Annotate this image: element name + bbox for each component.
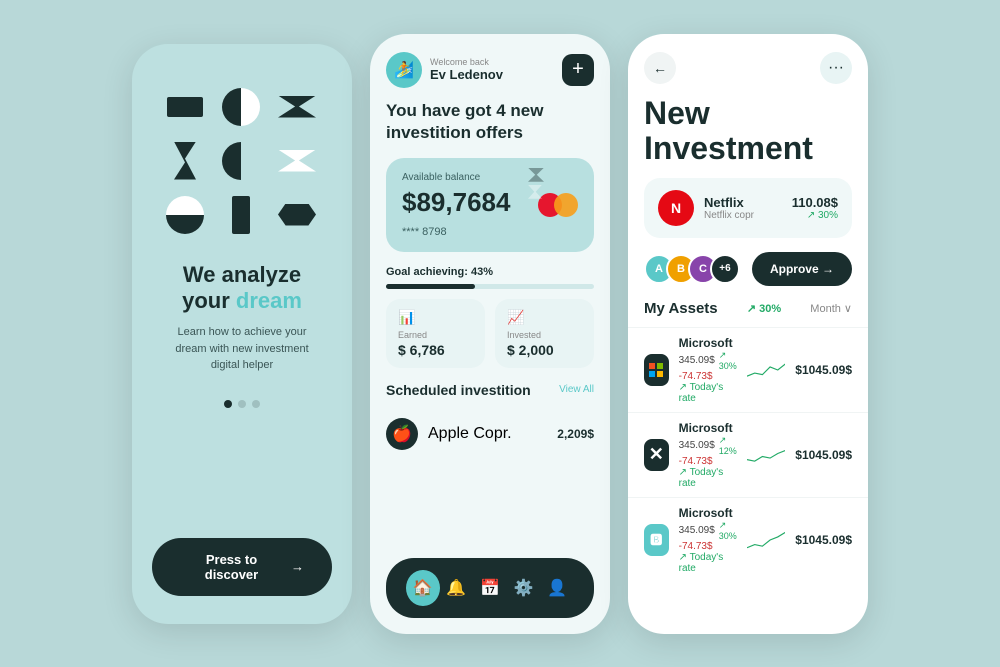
asset-price-1: $1045.09$ xyxy=(795,363,852,377)
asset-logo-3: 🅱 xyxy=(644,524,669,556)
asset-item-3: 🅱 Microsoft 345.09$ ↗ 30% -74.73$ ↗ Toda… xyxy=(628,497,868,582)
asset-item-1: Microsoft 345.09$ ↗ 30% -74.73$ ↗ Today'… xyxy=(628,327,868,412)
sparkline-2 xyxy=(747,441,785,469)
investment-info: Netflix Netflix copr xyxy=(704,195,782,221)
goal-row: Goal achieving: 43% xyxy=(370,266,610,299)
investor-avatars: A B C +6 Approve → xyxy=(644,252,852,286)
shape-2 xyxy=(218,84,264,130)
asset-info-1: Microsoft 345.09$ ↗ 30% -74.73$ ↗ Today'… xyxy=(679,336,737,404)
scheduled-item: 🍎 Apple Copr. 2,209$ xyxy=(370,408,610,460)
add-button[interactable]: + xyxy=(562,54,594,86)
asset-logo-2: ✕ xyxy=(644,439,669,471)
earned-icon: 📊 xyxy=(398,309,473,326)
onboarding-title: We analyze your dream xyxy=(182,262,302,315)
apple-logo: 🍎 xyxy=(386,418,418,450)
discover-button[interactable]: Press to discover → xyxy=(152,538,332,596)
pagination-dots xyxy=(224,400,260,408)
arrow-icon: → xyxy=(291,559,304,574)
scheduled-header: Scheduled investition View All xyxy=(370,382,610,408)
asset-price-2: $1045.09$ xyxy=(795,448,852,462)
dashboard-headline: You have got 4 new investition offers xyxy=(370,100,610,158)
balance-card: Available balance $89,7684 **** 8798 xyxy=(386,158,594,252)
nav-notifications[interactable]: 🔔 xyxy=(440,570,474,606)
investment-card: N Netflix Netflix copr 110.08$ ↗ 30% xyxy=(644,178,852,238)
investment-price: 110.08$ ↗ 30% xyxy=(792,195,838,221)
shape-4 xyxy=(162,138,208,184)
stats-row: 📊 Earned $ 6,786 📈 Invested $ 2,000 xyxy=(370,299,610,382)
shape-1 xyxy=(162,84,208,130)
logo-grid xyxy=(162,84,322,238)
goal-bar-fill xyxy=(386,284,475,289)
investment-title: New Investment xyxy=(628,92,868,178)
stat-invested: 📈 Invested $ 2,000 xyxy=(495,299,594,368)
nav-calendar[interactable]: 📅 xyxy=(473,570,507,606)
shape-7 xyxy=(162,192,208,238)
dot-3 xyxy=(252,400,260,408)
asset-price-3: $1045.09$ xyxy=(795,533,852,547)
sched-name: Apple Copr. xyxy=(428,425,512,443)
shape-5 xyxy=(218,138,264,184)
asset-item-2: ✕ Microsoft 345.09$ ↗ 12% -74.73$ ↗ Toda… xyxy=(628,412,868,497)
more-investors: +6 xyxy=(710,254,740,284)
netflix-logo: N xyxy=(658,190,694,226)
detail-header: ← ··· xyxy=(628,34,868,92)
screen-dashboard: 🏄 Welcome back Ev Ledenov + You have got… xyxy=(370,34,610,634)
assets-header: My Assets ↗ 30% Month ∨ xyxy=(628,300,868,327)
avatar: 🏄 xyxy=(386,52,422,88)
shape-8 xyxy=(218,192,264,238)
microsoft-logo-1 xyxy=(644,354,669,386)
nav-home[interactable]: 🏠 xyxy=(406,570,440,606)
back-button[interactable]: ← xyxy=(644,52,676,84)
bottom-nav: 🏠 🔔 📅 ⚙️ 👤 xyxy=(386,558,594,618)
goal-bar-bg xyxy=(386,284,594,289)
more-button[interactable]: ··· xyxy=(820,52,852,84)
sparkline-3 xyxy=(747,526,785,554)
dashboard-header: 🏄 Welcome back Ev Ledenov + xyxy=(370,34,610,100)
nav-settings[interactable]: ⚙️ xyxy=(507,570,541,606)
avatar-stack: A B C +6 xyxy=(644,254,740,284)
sparkline-1 xyxy=(747,356,785,384)
shape-6 xyxy=(274,138,320,184)
approve-button[interactable]: Approve → xyxy=(752,252,852,286)
asset-info-3: Microsoft 345.09$ ↗ 30% -74.73$ ↗ Today'… xyxy=(679,506,737,574)
onboarding-subtitle: Learn how to achieve your dream with new… xyxy=(152,324,332,374)
screen-onboarding: We analyze your dream Learn how to achie… xyxy=(132,44,352,624)
stat-earned: 📊 Earned $ 6,786 xyxy=(386,299,485,368)
dot-2 xyxy=(238,400,246,408)
nav-profile[interactable]: 👤 xyxy=(540,570,574,606)
invested-icon: 📈 xyxy=(507,309,582,326)
mastercard-logo xyxy=(538,193,578,217)
dot-1 xyxy=(224,400,232,408)
screen-investment-detail: ← ··· New Investment N Netflix Netflix c… xyxy=(628,34,868,634)
shape-9 xyxy=(274,192,320,238)
user-text: Welcome back Ev Ledenov xyxy=(430,57,503,82)
asset-info-2: Microsoft 345.09$ ↗ 12% -74.73$ ↗ Today'… xyxy=(679,421,737,489)
shape-3 xyxy=(274,84,320,130)
user-info: 🏄 Welcome back Ev Ledenov xyxy=(386,52,503,88)
